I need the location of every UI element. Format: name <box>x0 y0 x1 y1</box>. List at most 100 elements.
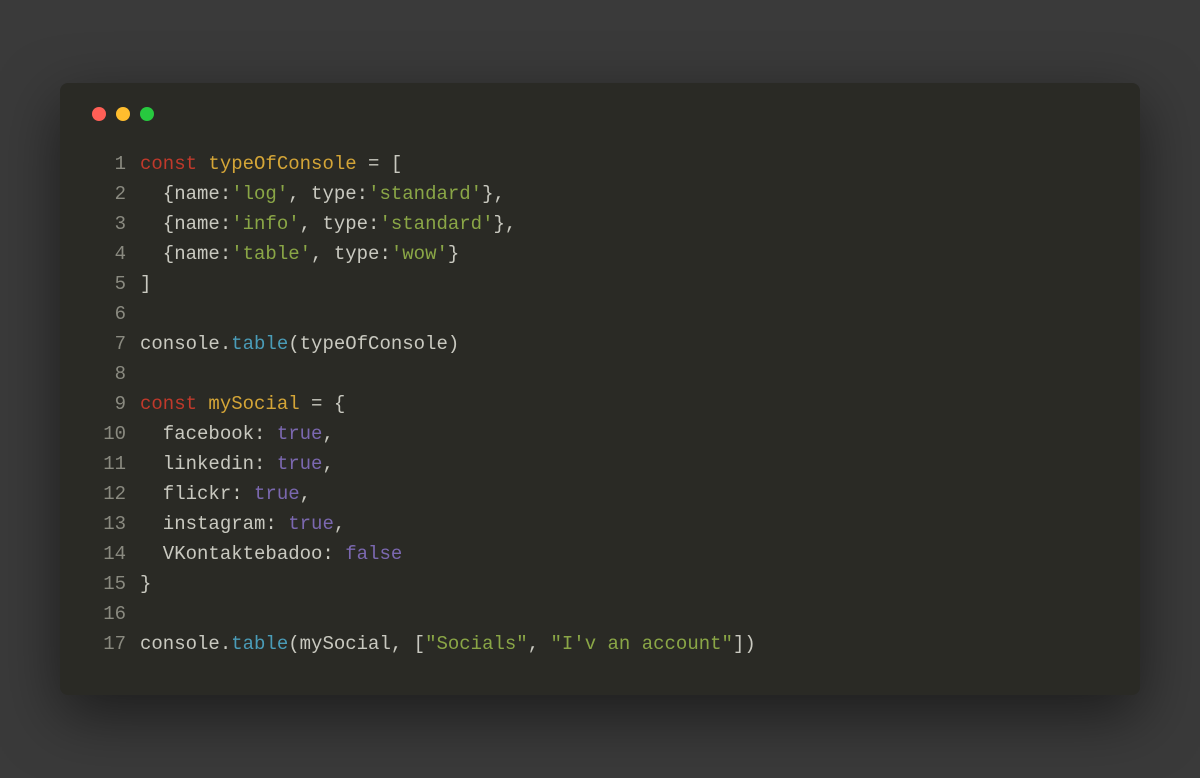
code-line: 10 facebook: true, <box>88 419 1112 449</box>
code-line: 9 const mySocial = { <box>88 389 1112 419</box>
code-token: table <box>231 333 288 355</box>
code-token: }, <box>482 183 505 205</box>
code-token: 'standard' <box>379 213 493 235</box>
line-number: 9 <box>88 389 126 419</box>
code-token: (mySocial, [ <box>288 633 425 655</box>
code-token: console. <box>140 333 231 355</box>
line-number: 15 <box>88 569 126 599</box>
code-line: 4 {name:'table', type:'wow'} <box>88 239 1112 269</box>
line-content: {name:'info', type:'standard'}, <box>140 209 516 239</box>
maximize-icon[interactable] <box>140 107 154 121</box>
code-line: 5] <box>88 269 1112 299</box>
line-content: console.table(mySocial, ["Socials", "I'v… <box>140 629 756 659</box>
line-number: 12 <box>88 479 126 509</box>
code-line: 1 const typeOfConsole = [ <box>88 149 1112 179</box>
line-number: 7 <box>88 329 126 359</box>
code-line: 11 linkedin: true, <box>88 449 1112 479</box>
code-token: } <box>140 573 151 595</box>
code-editor[interactable]: 1const typeOfConsole = [2 {name:'log', t… <box>88 149 1112 659</box>
line-number: 1 <box>88 149 126 179</box>
line-content: {name:'log', type:'standard'}, <box>140 179 505 209</box>
code-token: , <box>528 633 551 655</box>
code-token: instagram: <box>140 513 288 535</box>
line-content: } <box>140 569 151 599</box>
code-token: , <box>300 483 311 505</box>
code-token: , <box>322 453 333 475</box>
code-token: true <box>288 513 334 535</box>
close-icon[interactable] <box>92 107 106 121</box>
code-token: , type: <box>288 183 368 205</box>
code-line: 12 flickr: true, <box>88 479 1112 509</box>
line-number: 14 <box>88 539 126 569</box>
code-token: true <box>277 423 323 445</box>
code-token: linkedin: <box>140 453 277 475</box>
line-number: 17 <box>88 629 126 659</box>
line-number: 8 <box>88 359 126 389</box>
code-token: (typeOfConsole) <box>288 333 459 355</box>
code-token: 'wow' <box>391 243 448 265</box>
line-number: 6 <box>88 299 126 329</box>
code-token: typeOfConsole <box>208 153 356 175</box>
code-line: 8 <box>88 359 1112 389</box>
line-number: 3 <box>88 209 126 239</box>
code-token: , type: <box>311 243 391 265</box>
line-content <box>140 359 151 389</box>
code-token: ] <box>140 273 151 295</box>
line-number: 4 <box>88 239 126 269</box>
line-content: const typeOfConsole = [ <box>140 149 402 179</box>
code-line: 3 {name:'info', type:'standard'}, <box>88 209 1112 239</box>
code-token: } <box>448 243 459 265</box>
line-number: 2 <box>88 179 126 209</box>
line-content: ] <box>140 269 151 299</box>
code-token: = [ <box>357 153 403 175</box>
code-token: ]) <box>733 633 756 655</box>
code-token: = { <box>300 393 346 415</box>
code-token: const <box>140 393 208 415</box>
line-content: facebook: true, <box>140 419 334 449</box>
code-token: {name: <box>140 213 231 235</box>
code-line: 14 VKontaktebadoo: false <box>88 539 1112 569</box>
window-titlebar <box>88 107 1112 121</box>
line-number: 16 <box>88 599 126 629</box>
code-line: 16 <box>88 599 1112 629</box>
code-token: console. <box>140 633 231 655</box>
line-content <box>140 599 151 629</box>
code-token: true <box>254 483 300 505</box>
code-token: false <box>345 543 402 565</box>
code-token: VKontaktebadoo: <box>140 543 345 565</box>
minimize-icon[interactable] <box>116 107 130 121</box>
line-content: linkedin: true, <box>140 449 334 479</box>
line-number: 11 <box>88 449 126 479</box>
code-token: }, <box>494 213 517 235</box>
code-token: 'log' <box>231 183 288 205</box>
code-token: 'info' <box>231 213 299 235</box>
line-content: instagram: true, <box>140 509 345 539</box>
code-line: 15} <box>88 569 1112 599</box>
line-content: flickr: true, <box>140 479 311 509</box>
line-content: {name:'table', type:'wow'} <box>140 239 459 269</box>
code-token: 'standard' <box>368 183 482 205</box>
code-token: const <box>140 153 208 175</box>
code-token: "I'v an account" <box>551 633 733 655</box>
code-token: table <box>231 633 288 655</box>
code-token: "Socials" <box>425 633 528 655</box>
code-token: mySocial <box>208 393 299 415</box>
line-content: const mySocial = { <box>140 389 345 419</box>
code-token: , <box>322 423 333 445</box>
line-content: VKontaktebadoo: false <box>140 539 402 569</box>
code-token: true <box>277 453 323 475</box>
code-line: 13 instagram: true, <box>88 509 1112 539</box>
code-token: , type: <box>300 213 380 235</box>
code-window: 1const typeOfConsole = [2 {name:'log', t… <box>60 83 1140 695</box>
line-number: 5 <box>88 269 126 299</box>
code-token: flickr: <box>140 483 254 505</box>
code-token: facebook: <box>140 423 277 445</box>
line-content: console.table(typeOfConsole) <box>140 329 459 359</box>
line-content <box>140 299 151 329</box>
code-token: 'table' <box>231 243 311 265</box>
line-number: 10 <box>88 419 126 449</box>
code-token: , <box>334 513 345 535</box>
line-number: 13 <box>88 509 126 539</box>
code-line: 17 console.table(mySocial, ["Socials", "I… <box>88 629 1112 659</box>
code-line: 2 {name:'log', type:'standard'}, <box>88 179 1112 209</box>
